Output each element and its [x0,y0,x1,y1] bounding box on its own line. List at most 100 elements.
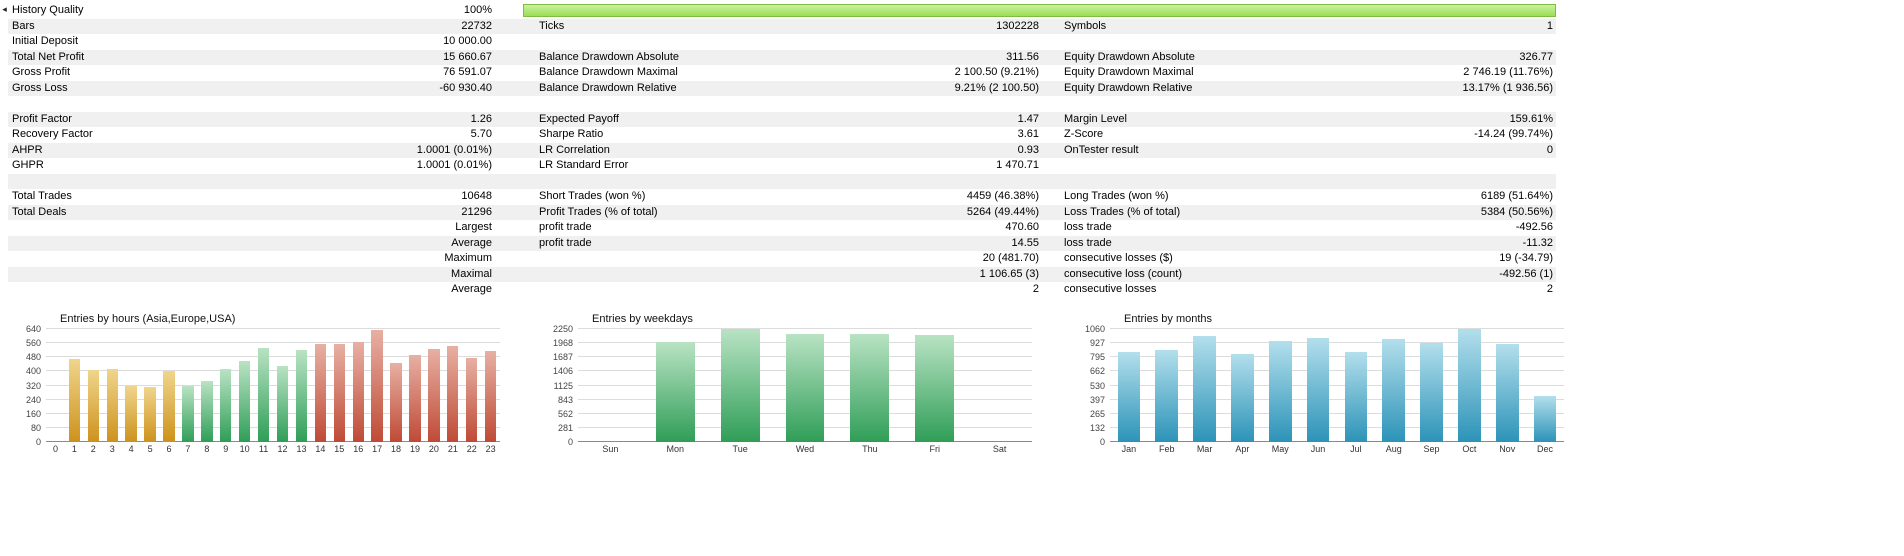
x-tick-label: 16 [353,444,364,454]
bar [352,342,364,442]
stat-cell [1060,174,1556,190]
stat-value: 0.93 [1017,143,1039,156]
x-tick-label: 14 [315,444,326,454]
bar-slot [349,329,368,442]
bar-slot [235,329,254,442]
y-tick-label: 1125 [553,380,573,391]
bar [125,385,137,442]
x-axis: Jan Feb Mar Apr May Jun Jul Aug Sep Oct Nov Dec [1110,443,1564,456]
bar [447,345,459,442]
bar [785,334,825,442]
bar-slot [1337,329,1375,442]
y-tick-label: 240 [25,394,41,405]
stat-value: 10 000.00 [443,35,492,47]
stat-label: Total Trades [12,190,72,202]
table-row [8,173,1556,190]
y-tick-label: 795 [1089,352,1105,363]
table-row: Average profit trade 14.55 loss trade -11.32 [8,235,1556,252]
table-row: History Quality 100% [8,3,1556,19]
stat-label: loss trade [1064,221,1112,233]
stat-value: -60 930.40 [439,81,492,94]
stat-label: Balance Drawdown Relative [539,81,677,94]
chart-title: Entries by hours (Asia,Europe,USA) [60,313,236,325]
bar-slot [1186,329,1224,442]
stat-value: Maximum [444,252,492,264]
stat-value: 2 746.19 (11.76%) [1463,66,1553,78]
x-tick-label: 4 [128,444,134,454]
bar [87,369,99,442]
stat-label: consecutive loss (count) [1064,267,1182,280]
stat-value: 1.0001 (0.01%) [416,143,492,156]
bar-slot [462,329,481,442]
stat-value [1039,34,1042,50]
stat-value: -14.24 (99.74%) [1474,128,1553,140]
stat-label [8,236,12,252]
bar [466,358,478,442]
bar [1382,338,1406,442]
table-row: Gross Profit 76 591.07 Balance Drawdown Ma… [8,65,1556,81]
stat-value [1553,34,1556,50]
stat-value: 13.17% (1 936.56) [1462,81,1553,94]
stat-value: -11.32 [1522,236,1553,249]
bar-slot [216,329,235,442]
stat-cell: Equity Drawdown Maximal 2 746.19 (11.76%) [1060,65,1556,81]
y-tick-label: 1968 [552,338,573,349]
y-tick-label: 1060 [1084,324,1105,334]
stat-cell: Maximal [8,267,495,283]
x-tick-label: 0 [52,444,58,454]
bar [333,344,345,442]
x-tick-label: 23 [485,444,496,454]
x-tick-label: 17 [372,444,383,454]
stat-label: profit trade [539,236,592,249]
stat-label: Total Deals [12,205,67,218]
stat-label: Expected Payoff [539,112,619,125]
stat-cell: Bars 22732 [8,19,495,35]
stat-cell: Maximum [8,251,495,267]
bar [1533,396,1557,442]
stat-cell: 1 106.65 (3) [535,267,1042,283]
stat-value: 19 (-34.79) [1499,252,1553,264]
entries-by-weekdays-chart: Entries by weekdays 0 281 562 843 1125 1406 168… [540,311,1032,456]
stat-value: 2 [1032,283,1039,295]
bar-slot [1375,329,1413,442]
x-tick-label: Oct [1462,444,1477,454]
x-tick-label: Sep [1423,444,1440,454]
stat-cell: Total Deals 21296 [8,205,495,221]
stat-cell: Loss Trades (% of total) 5384 (50.56%) [1060,205,1556,221]
bar [915,334,955,442]
table-row: Bars 22732 Ticks 1302228 Symbols 1 [8,18,1556,35]
stat-value: 0 [1546,143,1553,156]
bar [1306,338,1330,442]
stat-cell [535,96,1042,112]
bar-slot [1148,329,1186,442]
stats-table: History Quality 100% Bars 22732 Ticks 1302228… [8,3,1556,298]
stat-label: History Quality [12,4,84,16]
stat-value: 10648 [461,190,492,202]
y-tick-label: 843 [557,394,573,405]
stat-value: 4459 (46.38%) [966,190,1039,202]
stat-label [8,251,12,267]
stat-cell: Average [8,236,495,252]
stat-cell: OnTester result 0 [1060,143,1556,159]
y-tick-label: 927 [1089,338,1105,349]
x-tick-label: 20 [428,444,439,454]
bar-slot [368,329,387,442]
stat-value: 9.21% (2 100.50) [954,81,1039,94]
stat-value: 2 100.50 (9.21%) [954,66,1039,78]
bar [1344,352,1368,442]
stat-value: -492.56 [1515,221,1553,233]
stat-label: Bars [12,19,35,32]
stat-label: profit trade [539,221,592,233]
stat-cell: Gross Profit 76 591.07 [8,65,495,81]
stat-cell: Largest [8,220,495,236]
bar-slot [273,329,292,442]
y-tick-label: 400 [25,366,41,377]
stat-label: Equity Drawdown Relative [1064,81,1193,94]
stat-cell [8,96,495,112]
bars [46,329,500,442]
stat-value [1553,96,1556,112]
bar-slot [1526,329,1564,442]
table-row: Profit Factor 1.26 Expected Payoff 1.47 Marg… [8,111,1556,127]
stat-cell: History Quality 100% [8,3,495,19]
bar-slot [967,329,1032,442]
